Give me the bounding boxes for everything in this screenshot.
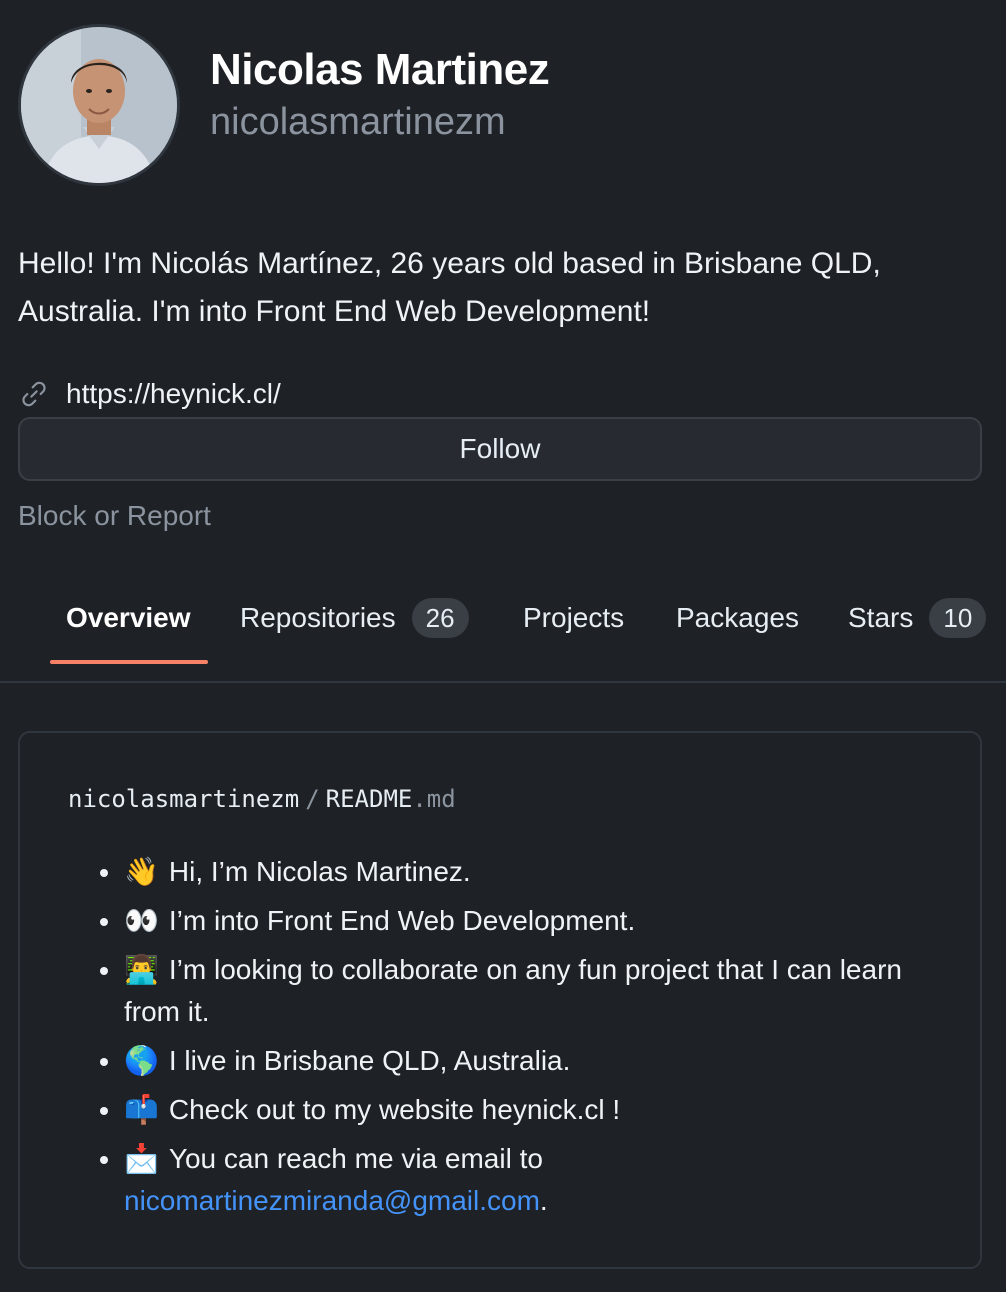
readme-filename: README <box>325 785 413 813</box>
tab-overview[interactable]: Overview <box>66 588 191 648</box>
profile-website: https://heynick.cl/ <box>18 378 281 410</box>
email-link[interactable]: nicomartinezmiranda@gmail.com <box>124 1185 540 1216</box>
list-item: 👀 I’m into Front End Web Development. <box>100 900 954 942</box>
tab-packages-label: Packages <box>676 602 799 633</box>
list-item-text: I’m looking to collaborate on any fun pr… <box>124 954 902 1027</box>
list-item: 👋 Hi, I’m Nicolas Martinez. <box>100 851 954 893</box>
profile-username: nicolasmartinezm <box>210 101 506 143</box>
list-item-text: Check out to my website heynick.cl ! <box>168 1094 621 1125</box>
stars-count-badge: 10 <box>929 598 987 638</box>
tab-overview-label: Overview <box>66 602 191 633</box>
tab-stars[interactable]: Stars 10 <box>848 588 987 648</box>
profile-bio: Hello! I'm Nicolás Martínez, 26 years ol… <box>18 247 881 328</box>
list-item-text: Hi, I’m Nicolas Martinez. <box>168 856 471 887</box>
follow-button[interactable]: Follow <box>18 417 982 481</box>
tab-stars-label: Stars <box>848 602 914 633</box>
block-or-report-link[interactable]: Block or Report <box>18 500 211 532</box>
readme-card: nicolasmartinezm / README.md 👋 Hi, I’m Nico… <box>18 731 982 1269</box>
list-item-text: I live in Brisbane QLD, Australia. <box>168 1045 571 1076</box>
tab-repositories[interactable]: Repositories 26 <box>240 588 469 648</box>
globe-emoji-icon: 🌎 <box>124 1044 159 1077</box>
repositories-count-badge: 26 <box>411 598 469 638</box>
list-item: 📩 You can reach me via email to nicomartin… <box>100 1138 954 1222</box>
profile-header: Nicolas Martinez nicolasmartinezm <box>18 24 550 186</box>
readme-owner-link[interactable]: nicolasmartinezm <box>68 785 299 813</box>
list-item: 🌎 I live in Brisbane QLD, Australia. <box>100 1040 954 1082</box>
readme-path-separator: / <box>305 785 320 813</box>
list-item-suffix: . <box>539 1185 548 1216</box>
list-item: 👨‍💻 I’m looking to collaborate on any fun… <box>100 949 954 1033</box>
mailbox-emoji-icon: 📫 <box>124 1093 159 1126</box>
readme-list: 👋 Hi, I’m Nicolas Martinez. 👀 I’m into Fro… <box>100 851 954 1229</box>
list-item-text: You can reach me via email to <box>168 1143 543 1174</box>
list-item-text: I’m into Front End Web Development. <box>168 905 636 936</box>
website-link[interactable]: https://heynick.cl/ <box>66 378 281 410</box>
link-icon <box>22 381 46 407</box>
profile-names: Nicolas Martinez nicolasmartinezm <box>210 43 550 147</box>
tab-projects-label: Projects <box>523 602 625 633</box>
eyes-emoji-icon: 👀 <box>124 904 159 937</box>
avatar-portrait <box>21 27 177 183</box>
avatar[interactable] <box>18 24 180 186</box>
tab-repositories-label: Repositories <box>240 602 396 633</box>
list-item: 📫 Check out to my website heynick.cl ! <box>100 1089 954 1131</box>
technologist-emoji-icon: 👨‍💻 <box>124 953 159 986</box>
readme-extension: .md <box>412 785 456 813</box>
envelope-emoji-icon: 📩 <box>124 1142 159 1175</box>
profile-tabs: Overview Repositories 26 Projects Packag… <box>0 588 1006 683</box>
tab-packages[interactable]: Packages <box>676 588 799 648</box>
active-tab-underline <box>50 660 208 664</box>
readme-path: nicolasmartinezm / README.md <box>68 785 456 813</box>
profile-page: Nicolas Martinez nicolasmartinezm Hello!… <box>0 0 1006 1292</box>
profile-full-name: Nicolas Martinez <box>210 45 550 94</box>
waving-hand-emoji-icon: 👋 <box>124 855 159 888</box>
tab-projects[interactable]: Projects <box>523 588 624 648</box>
